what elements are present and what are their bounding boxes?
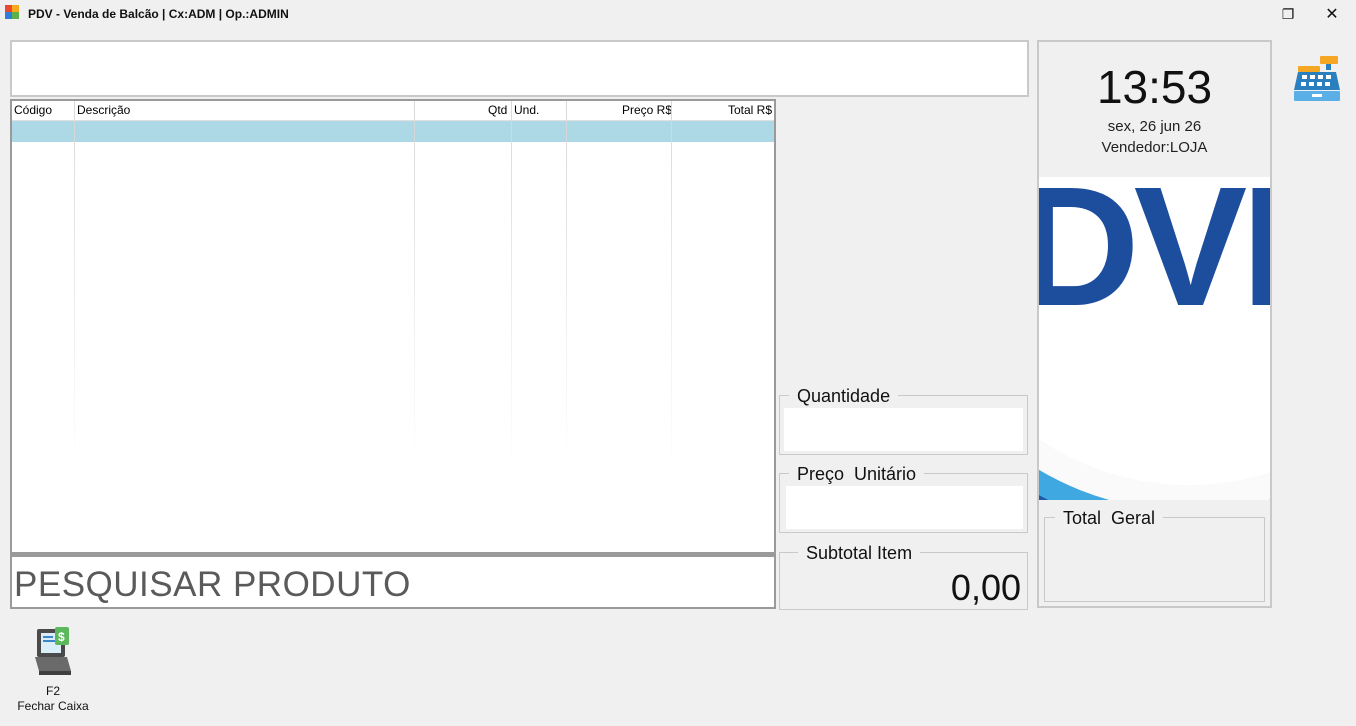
search-placeholder: PESQUISAR PRODUTO [14,565,411,604]
items-grid[interactable]: Código Descrição Qtd Und. Preço R$ Total… [10,99,776,554]
subtotal-label: Subtotal Item [798,543,921,564]
total-label: Total Geral [1055,508,1164,529]
logo-image: DVI [1039,177,1270,500]
unit-price-input[interactable] [786,486,1023,529]
column-divider [566,101,567,471]
app-icon [5,5,19,19]
table-row-selected[interactable] [12,121,774,142]
unit-price-label: Preço Unitário [789,464,925,485]
cash-register-monitor-icon: $ [35,627,71,675]
search-product-input[interactable]: PESQUISAR PRODUTO [10,554,776,609]
product-info-display[interactable] [10,40,1029,97]
total-field: Total Geral [1044,508,1265,602]
col-header-und[interactable]: Und. [514,103,539,117]
column-divider [414,101,415,471]
svg-text:$: $ [58,630,65,644]
column-divider [511,101,512,471]
restore-icon: ❐ [1281,5,1295,22]
window-title: PDV - Venda de Balcão | Cx:ADM | Op.:ADM… [28,7,289,21]
cash-register-icon[interactable] [1292,54,1344,104]
quantity-label: Quantidade [789,386,899,407]
quantity-field[interactable]: Quantidade [779,386,1028,455]
col-header-qtd[interactable]: Qtd [488,103,507,117]
shortcut-label: Fechar Caixa [17,699,89,713]
close-icon: ✕ [1325,6,1339,23]
close-register-button[interactable]: $ F2 Fechar Caixa [10,625,96,717]
shortcut-key: F2 [45,684,60,698]
col-header-preco[interactable]: Preço R$ [622,103,672,117]
column-divider [671,101,672,471]
col-header-descricao[interactable]: Descrição [77,103,130,117]
date-display: sex, 26 jun 26 [1107,118,1202,135]
subtotal-value: 0,00 [950,567,1021,608]
title-bar: PDV - Venda de Balcão | Cx:ADM | Op.:ADM… [0,0,1356,28]
subtotal-field: Subtotal Item 0,00 [779,543,1028,610]
logo-text: DVI [1039,177,1270,342]
unit-price-field[interactable]: Preço Unitário [779,464,1028,533]
info-panel: 13:53 sex, 26 jun 26 Vendedor:LOJA DVI T… [1037,40,1272,608]
clock: 13:53 [1096,61,1213,113]
company-logo: DVI [1039,177,1270,500]
col-header-codigo[interactable]: Código [14,103,52,117]
col-header-total[interactable]: Total R$ [728,103,772,117]
seller-display: Vendedor:LOJA [1101,139,1208,156]
close-button[interactable]: ✕ [1312,0,1352,28]
quantity-input[interactable] [784,408,1023,451]
restore-button[interactable]: ❐ [1268,0,1308,28]
grid-header: Código Descrição Qtd Und. Preço R$ Total… [12,101,774,121]
column-divider [74,101,75,471]
